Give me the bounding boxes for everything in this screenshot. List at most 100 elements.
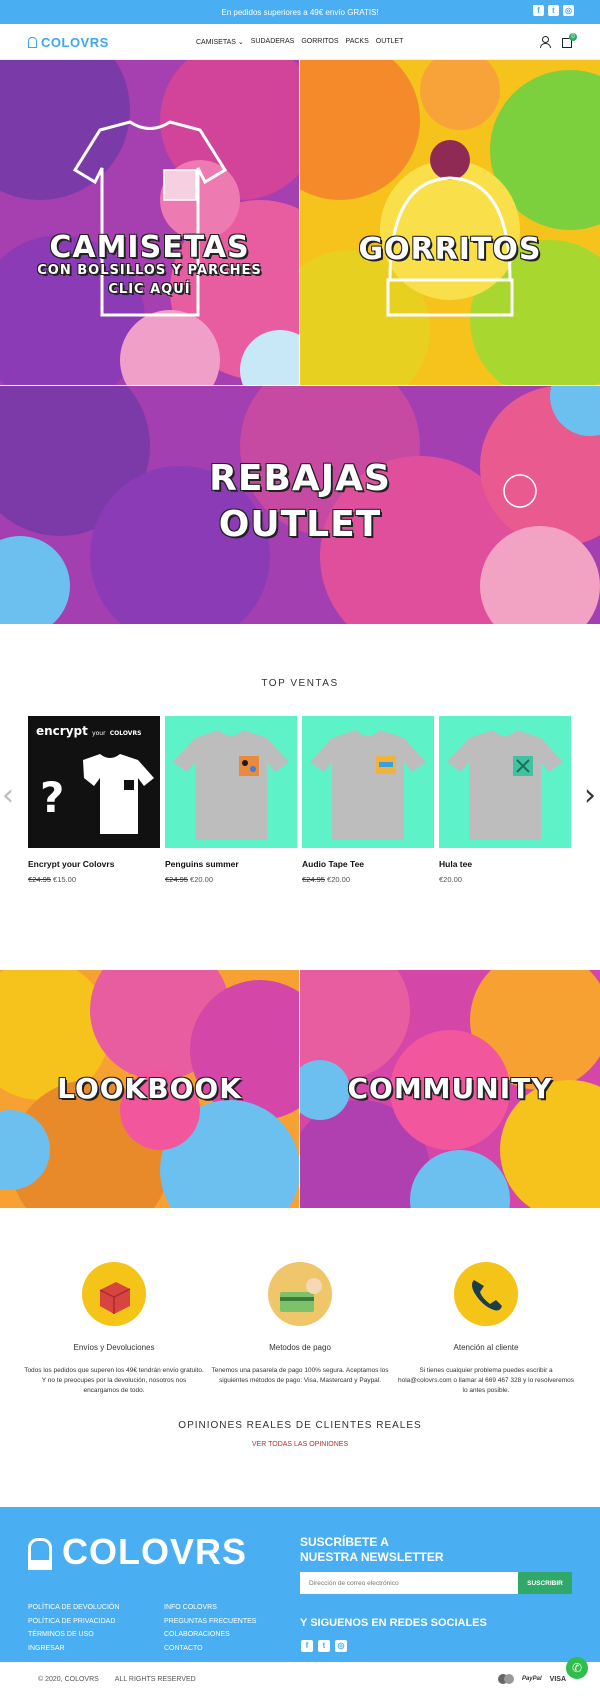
hero-gorritos-banner[interactable]: GORRITOS — [300, 60, 600, 385]
copyright-text: © 2020, COLOVRS — [38, 1676, 99, 1683]
footer-links-col2: INFO COLOVRS PREGUNTAS FRECUENTES COLABO… — [164, 1601, 256, 1655]
instagram-icon[interactable]: ◎ — [335, 1640, 347, 1652]
nav-item-gorritos[interactable]: GORRITOS — [301, 38, 338, 46]
footer-link[interactable]: INFO COLOVRS — [164, 1601, 256, 1615]
footer-link[interactable]: CONTACTO — [164, 1642, 256, 1656]
outlet-line1: REBAJAS — [209, 458, 391, 499]
twitter-icon[interactable]: t — [318, 1640, 330, 1652]
facebook-icon[interactable]: f — [301, 1640, 313, 1652]
payment-card-icon — [268, 1262, 332, 1326]
product-image[interactable] — [439, 716, 571, 848]
instagram-icon[interactable]: ◎ — [563, 5, 574, 16]
twitter-icon[interactable]: t — [548, 5, 559, 16]
product-price: €20.00 — [439, 875, 571, 884]
logo-text: COLOVRS — [41, 35, 109, 50]
feature-support: Atención al cliente Si tienes cualquier … — [396, 1262, 576, 1395]
newsletter-title: SUSCRÍBETE A NUESTRA NEWSLETTER — [300, 1535, 444, 1564]
newsletter-email-input[interactable] — [300, 1572, 518, 1594]
feature-title: Atención al cliente — [453, 1343, 519, 1352]
audio-tape-tee-art — [310, 730, 426, 840]
product-sale-price: €15.00 — [53, 875, 76, 884]
product-card[interactable]: ? encrypt your COLOVRS Encrypt your Colo… — [28, 716, 160, 884]
product-card[interactable]: Audio Tape Tee €24.95 €20.00 — [302, 716, 434, 884]
nav-item-sudaderas[interactable]: SUDADERAS — [251, 38, 295, 46]
feature-text: Tenemos una pasarela de pago 100% segura… — [211, 1367, 389, 1384]
carousel-prev-arrow[interactable]: ‹ — [2, 778, 14, 813]
feature-payment: Metodos de pago Tenemos una pasarela de … — [210, 1262, 390, 1386]
whatsapp-icon[interactable]: ✆ — [566, 1657, 588, 1679]
footer-link[interactable]: TÉRMINOS DE USO — [28, 1628, 119, 1642]
nav-item-camisetas[interactable]: CAMISETAS ⌄ — [196, 38, 244, 46]
svg-text:?: ? — [40, 773, 64, 822]
footer-link[interactable]: COLABORACIONES — [164, 1628, 256, 1642]
product-name[interactable]: Audio Tape Tee — [302, 859, 434, 869]
camisetas-subtitle: CON BOLSILLOS Y PARCHES — [37, 263, 262, 278]
top-ventas-heading: TOP VENTAS — [261, 678, 339, 689]
community-banner[interactable]: COMMUNITY — [300, 970, 600, 1208]
feature-text: Si tienes cualquier problema puedes escr… — [397, 1367, 575, 1394]
footer-link[interactable]: POLÍTICA DE PRIVACIDAD — [28, 1615, 119, 1629]
product-carousel: ? encrypt your COLOVRS Encrypt your Colo… — [28, 716, 571, 884]
camisetas-title: CAMISETAS — [49, 230, 250, 265]
product-name[interactable]: Encrypt your Colovrs — [28, 859, 160, 869]
nav-item-outlet[interactable]: OUTLET — [376, 38, 404, 46]
bottom-bar: © 2020, COLOVRS ALL RIGHTS RESERVED PayP… — [0, 1662, 600, 1698]
follow-heading: Y SIGUENOS EN REDES SOCIALES — [300, 1617, 487, 1629]
product-old-price: €24.95 — [302, 875, 325, 884]
feature-title: Envíos y Devoluciones — [73, 1343, 155, 1352]
product-image[interactable] — [165, 716, 297, 848]
hero-camisetas-banner[interactable]: CAMISETAS CON BOLSILLOS Y PARCHES CLIC A… — [0, 60, 299, 385]
gorritos-splash-art — [300, 60, 600, 385]
gorritos-title: GORRITOS — [358, 232, 542, 267]
lookbook-title: LOOKBOOK — [57, 1072, 242, 1105]
cart-icon[interactable]: 0 — [562, 33, 577, 48]
copyright: © 2020, COLOVRS ALL RIGHTS RESERVED — [38, 1676, 196, 1683]
phone-icon — [454, 1262, 518, 1326]
product-card[interactable]: Penguins summer €24.95 €20.00 — [165, 716, 297, 884]
product-card[interactable]: Hula tee €20.00 — [439, 716, 571, 884]
reviews-heading: OPINIONES REALES DE CLIENTES REALES — [178, 1420, 422, 1431]
penguins-tee-art — [173, 730, 289, 840]
announcement-bar: En pedidos superiores a 49€ envío GRATIS… — [0, 0, 600, 24]
footer-link[interactable]: PREGUNTAS FRECUENTES — [164, 1615, 256, 1629]
product-name[interactable]: Penguins summer — [165, 859, 297, 869]
paypal-icon: PayPal — [521, 1676, 542, 1682]
announcement-social: f t ◎ — [533, 5, 574, 16]
site-logo[interactable]: COLOVRS — [28, 35, 109, 50]
hula-tee-art — [447, 730, 563, 840]
logo-mark-icon — [28, 1538, 52, 1570]
feature-text: Todos los pedidos que superen los 49€ te… — [24, 1367, 204, 1394]
site-header: COLOVRS CAMISETAS ⌄ SUDADERAS GORRITOS P… — [0, 24, 600, 60]
product-name[interactable]: Hula tee — [439, 859, 571, 869]
user-icon[interactable] — [540, 36, 551, 48]
site-footer: COLOVRS POLÍTICA DE DEVOLUCIÓN POLÍTICA … — [0, 1507, 600, 1662]
footer-link[interactable]: POLÍTICA DE DEVOLUCIÓN — [28, 1601, 119, 1615]
footer-link[interactable]: INGRESAR — [28, 1642, 119, 1656]
product-sale-price: €20.00 — [190, 875, 213, 884]
footer-logo-text: COLOVRS — [62, 1531, 248, 1572]
product-image[interactable] — [302, 716, 434, 848]
lookbook-banner[interactable]: LOOKBOOK — [0, 970, 299, 1208]
product-sale-price: €20.00 — [327, 875, 350, 884]
subscribe-button[interactable]: SUSCRIBIR — [518, 1572, 572, 1594]
main-nav: CAMISETAS ⌄ SUDADERAS GORRITOS PACKS OUT… — [196, 38, 403, 46]
product-price: €24.95 €15.00 — [28, 875, 160, 884]
feature-shipping: Envíos y Devoluciones Todos los pedidos … — [24, 1262, 204, 1395]
facebook-icon[interactable]: f — [533, 5, 544, 16]
product-old-price: €24.95 — [165, 875, 188, 884]
camisetas-cta: CLIC AQUÍ — [108, 282, 191, 297]
logo-mark-icon — [28, 37, 37, 48]
carousel-next-arrow[interactable]: › — [584, 778, 596, 813]
cart-count-badge: 0 — [569, 33, 577, 41]
nav-item-packs[interactable]: PACKS — [346, 38, 369, 46]
visa-icon: VISA — [549, 1675, 566, 1683]
payment-methods: PayPal VISA — [497, 1674, 566, 1684]
product-image[interactable]: ? encrypt your COLOVRS — [28, 716, 160, 848]
announcement-text: En pedidos superiores a 49€ envío GRATIS… — [221, 7, 379, 17]
reviews-link[interactable]: VER TODAS LAS OPINIONES — [0, 1441, 600, 1448]
camisetas-splash-art — [0, 60, 299, 385]
hero-outlet-banner[interactable]: REBAJAS OUTLET — [0, 386, 600, 624]
footer-logo[interactable]: COLOVRS — [28, 1534, 247, 1570]
footer-links-col1: POLÍTICA DE DEVOLUCIÓN POLÍTICA DE PRIVA… — [28, 1601, 119, 1655]
product-price: €24.95 €20.00 — [302, 875, 434, 884]
